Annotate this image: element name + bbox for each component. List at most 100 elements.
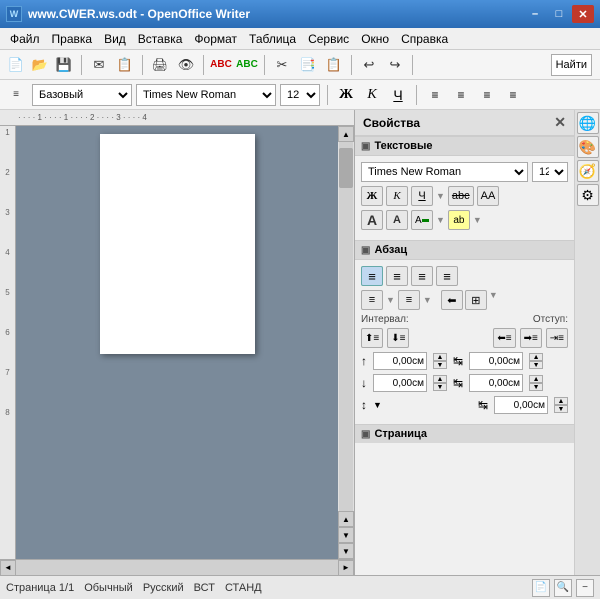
view-mode[interactable]: СТАНД	[225, 582, 262, 594]
cut-button[interactable]: ✂	[270, 53, 294, 77]
prop-size-increase-button[interactable]: A	[361, 210, 383, 230]
status-icon-2[interactable]: 🔍	[554, 579, 572, 597]
panel-close-button[interactable]: ✕	[554, 114, 566, 131]
spellcheck-button[interactable]: ABC	[209, 53, 233, 77]
prop-font-select[interactable]: Times New Roman	[361, 162, 528, 182]
align-left-btn[interactable]: ≡	[361, 266, 383, 286]
firstline-up[interactable]: ▲	[554, 397, 568, 405]
align-right-button[interactable]: ≡	[476, 84, 498, 106]
styles-icon[interactable]: 🎨	[577, 136, 599, 158]
indent-decrease-button[interactable]: ⬅	[441, 290, 463, 310]
scroll-up-button[interactable]: ▲	[338, 126, 354, 142]
minimize-button[interactable]: –	[524, 5, 546, 23]
firstline-spinners[interactable]: ▲ ▼	[554, 397, 568, 413]
indent-left-spinners[interactable]: ▲ ▼	[529, 353, 543, 369]
print-button[interactable]: 🖨	[148, 53, 172, 77]
underline-button[interactable]: Ч	[387, 84, 409, 106]
page-document[interactable]	[100, 134, 255, 354]
size-select[interactable]: 12	[280, 84, 320, 106]
indent-right-up[interactable]: ▲	[529, 375, 543, 383]
spacing-below-up[interactable]: ▲	[433, 375, 447, 383]
prop-size-decrease-button[interactable]: A	[386, 210, 408, 230]
spacing-below-down[interactable]: ▼	[433, 383, 447, 391]
styles-sidebar-btn[interactable]: ≡	[4, 83, 28, 107]
text-section-header[interactable]: ▣ Текстовые	[355, 136, 574, 156]
spacing-below-spinners[interactable]: ▲ ▼	[433, 375, 447, 391]
page-canvas[interactable]	[16, 126, 338, 559]
close-button[interactable]: ✕	[572, 5, 594, 23]
menu-insert[interactable]: Вставка	[132, 30, 189, 48]
style-select[interactable]: Базовый	[32, 84, 132, 106]
menu-view[interactable]: Вид	[98, 30, 132, 48]
align-center-btn[interactable]: ≡	[386, 266, 408, 286]
spacing-above-down[interactable]: ▼	[433, 361, 447, 369]
prop-size-select[interactable]: 12	[532, 162, 568, 182]
prop-font-color-button[interactable]: A	[411, 210, 433, 230]
indent-right-down[interactable]: ▼	[529, 383, 543, 391]
horizontal-scrollbar[interactable]: ◄ ►	[0, 559, 354, 575]
indent-left-btn[interactable]: ⬅≡	[493, 328, 515, 348]
scroll-right-button[interactable]: ►	[338, 560, 354, 576]
align-center-button[interactable]: ≡	[450, 84, 472, 106]
vertical-scrollbar[interactable]: ▲ ▲ ▼ ▼	[338, 126, 354, 559]
menu-help[interactable]: Справка	[395, 30, 454, 48]
prop-highlight-button[interactable]: ab	[448, 210, 470, 230]
table-insert-button[interactable]: ⊞	[465, 290, 487, 310]
gallery-icon[interactable]: 🌐	[577, 112, 599, 134]
indent-right-spinners[interactable]: ▲ ▼	[529, 375, 543, 391]
page-content-area[interactable]	[112, 148, 242, 328]
paste-button[interactable]: 📋	[322, 53, 346, 77]
pdf-button[interactable]: 📋	[113, 53, 137, 77]
prop-italic-button[interactable]: К	[386, 186, 408, 206]
list-bullet-button[interactable]: ≡	[361, 290, 383, 310]
open-button[interactable]: 📂	[28, 53, 52, 77]
paragraph-section-header[interactable]: ▣ Абзац	[355, 240, 574, 260]
scroll-left-button[interactable]: ◄	[0, 560, 16, 576]
find-box[interactable]: Найти	[551, 54, 592, 76]
menu-table[interactable]: Таблица	[243, 30, 302, 48]
menu-format[interactable]: Формат	[188, 30, 243, 48]
copy-button[interactable]: 📑	[296, 53, 320, 77]
spacing-below-input[interactable]	[373, 374, 427, 392]
firstline-input[interactable]	[494, 396, 548, 414]
spacing-above-input[interactable]	[373, 352, 427, 370]
line-spacing-dropdown[interactable]: ▼	[373, 400, 382, 410]
save-button[interactable]: 💾	[52, 53, 76, 77]
align-right-btn[interactable]: ≡	[411, 266, 433, 286]
para-spacing-above-btn[interactable]: ⬆≡	[361, 328, 383, 348]
window-controls[interactable]: – □ ✕	[524, 5, 594, 23]
list-number-button[interactable]: ≡	[398, 290, 420, 310]
prop-underline-button[interactable]: Ч	[411, 186, 433, 206]
indent-left-input[interactable]	[469, 352, 523, 370]
bold-button[interactable]: Ж	[335, 84, 357, 106]
firstline-down[interactable]: ▼	[554, 405, 568, 413]
menu-edit[interactable]: Правка	[46, 30, 99, 48]
status-icon-1[interactable]: 📄	[532, 579, 550, 597]
page-section-header[interactable]: ▣ Страница	[355, 424, 574, 443]
first-line-indent-btn[interactable]: ⇥≡	[546, 328, 568, 348]
redo-button[interactable]: ↪	[383, 53, 407, 77]
prop-capital-button[interactable]: AA	[477, 186, 500, 206]
spacing-above-up[interactable]: ▲	[433, 353, 447, 361]
indent-right-input[interactable]	[469, 374, 523, 392]
para-spacing-below-btn[interactable]: ⬇≡	[387, 328, 409, 348]
new-button[interactable]: 📄	[4, 53, 28, 77]
font-select[interactable]: Times New Roman	[136, 84, 276, 106]
align-justify-btn[interactable]: ≡	[436, 266, 458, 286]
menu-tools[interactable]: Сервис	[302, 30, 355, 48]
align-justify-button[interactable]: ≡	[502, 84, 524, 106]
scroll-next-page[interactable]: ▼	[338, 527, 354, 543]
indent-left-up[interactable]: ▲	[529, 353, 543, 361]
navigator-icon[interactable]: 🧭	[577, 160, 599, 182]
scroll-down-button[interactable]: ▼	[338, 543, 354, 559]
indent-right-btn[interactable]: ➡≡	[520, 328, 542, 348]
undo-button[interactable]: ↩	[357, 53, 381, 77]
spacing-above-spinners[interactable]: ▲ ▼	[433, 353, 447, 369]
autocorrect-button[interactable]: ABC	[235, 53, 259, 77]
preview-button[interactable]: 👁	[174, 53, 198, 77]
scroll-thumb[interactable]	[339, 148, 353, 188]
insert-mode[interactable]: ВСТ	[194, 582, 215, 594]
italic-button[interactable]: К	[361, 84, 383, 106]
functions-icon[interactable]: ⚙	[577, 184, 599, 206]
maximize-button[interactable]: □	[548, 5, 570, 23]
